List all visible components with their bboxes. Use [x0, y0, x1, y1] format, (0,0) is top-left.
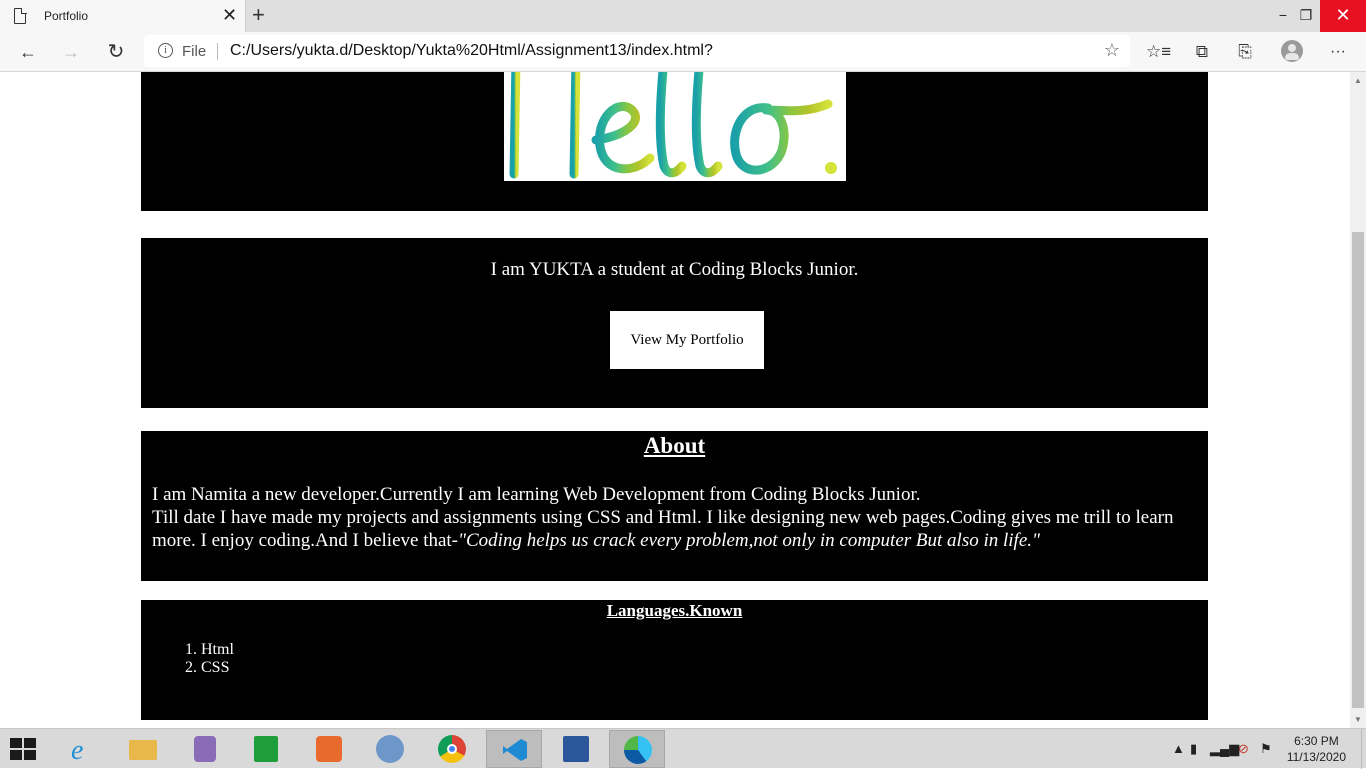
- volume-muted-icon[interactable]: ⊘: [1238, 741, 1249, 757]
- svg-text:e: e: [71, 736, 83, 762]
- close-window-button[interactable]: ✕: [1320, 0, 1366, 32]
- languages-list: Html CSS: [201, 641, 234, 677]
- url-scheme-label: File: [182, 43, 207, 60]
- url-text[interactable]: C:/Users/yukta.d/Desktop/Yukta%20Html/As…: [230, 42, 713, 60]
- hello-image: [504, 72, 846, 181]
- address-bar[interactable]: i File C:/Users/yukta.d/Desktop/Yukta%20…: [144, 35, 1130, 67]
- about-line-1: I am Namita a new developer.Currently I …: [152, 484, 921, 505]
- list-item: Html: [201, 641, 234, 659]
- languages-heading: Languages.Known: [606, 601, 743, 620]
- address-separator: [217, 43, 218, 60]
- intro-text: I am YUKTA a student at Coding Blocks Ju…: [490, 259, 859, 280]
- about-quote: "Coding helps us crack every problem,not…: [458, 530, 1041, 551]
- chevron-up-icon[interactable]: ▲: [1172, 741, 1185, 756]
- list-item: CSS: [201, 659, 234, 677]
- clock-time: 6:30 PM: [1294, 734, 1339, 748]
- clock-date: 11/13/2020: [1286, 750, 1346, 764]
- info-icon[interactable]: i: [158, 43, 173, 58]
- browser-toolbar: ← → ↻ i File C:/Users/yukta.d/Desktop/Yu…: [0, 32, 1366, 72]
- taskbar-clock[interactable]: 6:30 PM 11/13/2020: [1287, 733, 1346, 765]
- vscode-taskbar-icon[interactable]: [486, 730, 542, 768]
- system-tray: ▲ ▮ ▂▄▆ ⊘ ⚑ 6:30 PM 11/13/2020: [1166, 729, 1366, 769]
- scrollbar-thumb[interactable]: [1352, 232, 1364, 708]
- languages-section: Languages.Known Html CSS: [141, 600, 1208, 720]
- about-body: I am Namita a new developer.Currently I …: [152, 483, 1197, 552]
- battery-icon[interactable]: ▮: [1190, 741, 1197, 757]
- math-input-taskbar-icon[interactable]: [361, 730, 417, 768]
- collections-icon[interactable]: ⧉: [1190, 40, 1214, 64]
- show-desktop-button[interactable]: [1361, 729, 1366, 769]
- hello-lettering-graphic: [509, 72, 837, 179]
- windows-taskbar: e ▲ ▮ ▂▄▆ ⊘ ⚑ 6:30 PM 11/13/2020: [0, 728, 1366, 769]
- media-player-taskbar-icon[interactable]: [177, 730, 233, 768]
- share-icon[interactable]: ⎘: [1233, 40, 1257, 64]
- browser-tab[interactable]: Portfolio ✕: [0, 0, 246, 32]
- scroll-down-arrow-icon[interactable]: ▼: [1354, 715, 1362, 724]
- profile-avatar[interactable]: [1281, 40, 1303, 62]
- page-icon: [14, 7, 27, 24]
- page-viewport: I am YUKTA a student at Coding Blocks Ju…: [0, 72, 1350, 728]
- file-explorer-taskbar-icon[interactable]: [115, 730, 171, 768]
- new-tab-icon[interactable]: +: [252, 3, 265, 27]
- word-taskbar-icon[interactable]: [548, 730, 604, 768]
- hero-section: [141, 72, 1208, 211]
- intro-section: I am YUKTA a student at Coding Blocks Ju…: [141, 238, 1208, 408]
- tab-title: Portfolio: [44, 9, 89, 23]
- network-icon[interactable]: ▂▄▆: [1210, 741, 1239, 757]
- page-scrollbar[interactable]: ▲ ▼: [1350, 72, 1366, 728]
- close-tab-icon[interactable]: ✕: [222, 5, 237, 25]
- view-portfolio-button[interactable]: View My Portfolio: [610, 311, 764, 369]
- refresh-button[interactable]: ↻: [102, 38, 130, 66]
- about-heading: About: [643, 433, 706, 458]
- forward-button[interactable]: →: [57, 38, 85, 66]
- edge-taskbar-icon[interactable]: [609, 730, 665, 768]
- windows-start-icon[interactable]: [10, 738, 38, 760]
- action-center-flag-icon[interactable]: ⚑: [1260, 741, 1272, 757]
- favorite-star-icon[interactable]: ☆: [1104, 40, 1120, 61]
- chrome-taskbar-icon[interactable]: [424, 730, 480, 768]
- more-options-icon[interactable]: ···: [1326, 40, 1350, 64]
- store-taskbar-icon[interactable]: [238, 730, 294, 768]
- browser-tab-strip: Portfolio ✕ + − ❐ ✕: [0, 0, 1366, 32]
- office-taskbar-icon[interactable]: [300, 730, 356, 768]
- back-button[interactable]: ←: [14, 38, 42, 66]
- internet-explorer-taskbar-icon[interactable]: e: [54, 730, 110, 768]
- scroll-up-arrow-icon[interactable]: ▲: [1354, 76, 1362, 85]
- about-section: About I am Namita a new developer.Curren…: [141, 431, 1208, 581]
- favorites-icon[interactable]: ☆≡: [1146, 40, 1171, 64]
